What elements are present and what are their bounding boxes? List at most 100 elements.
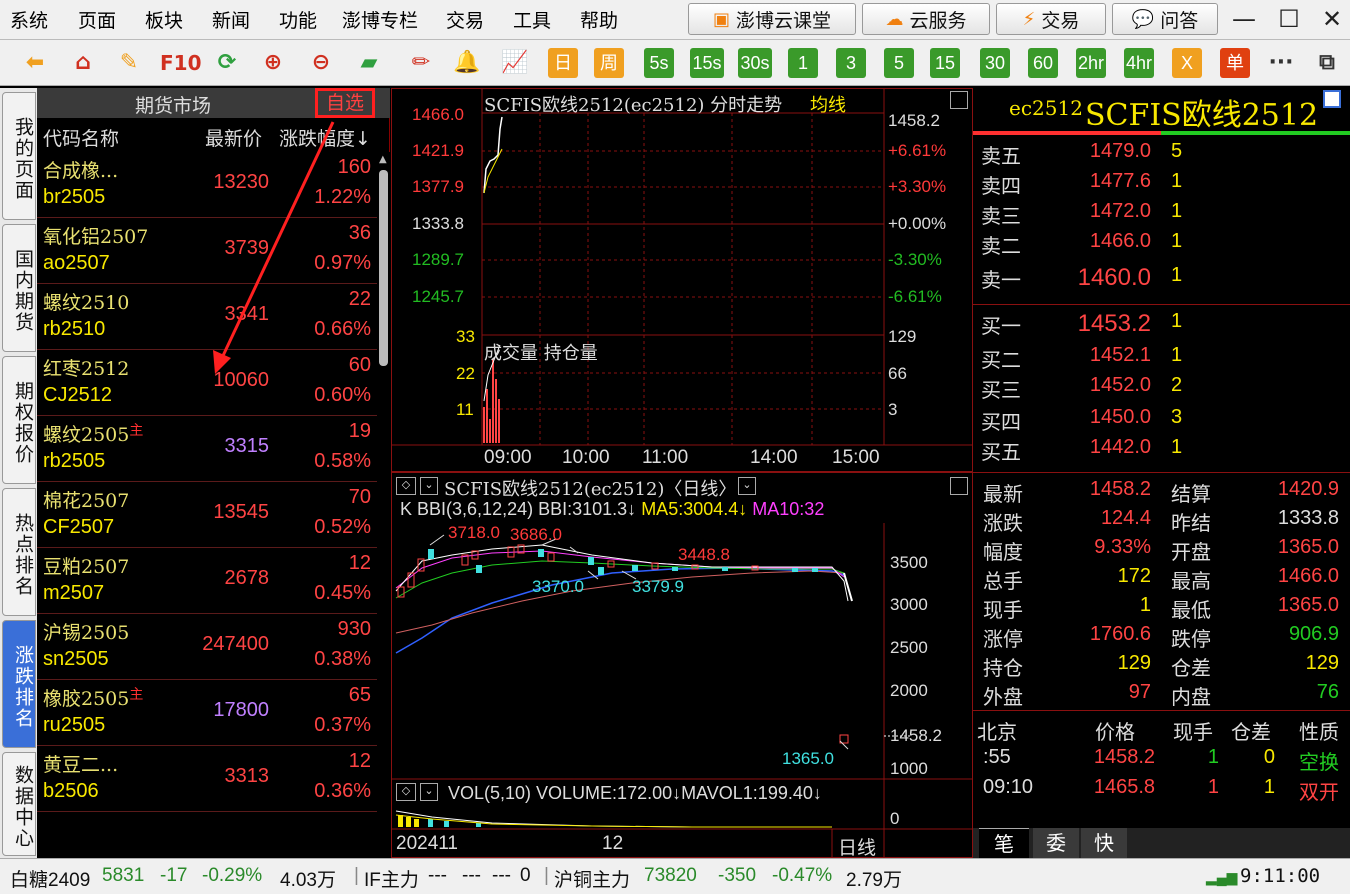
zoom-in-icon[interactable]: ⊕ [258,48,288,78]
intraday-chart[interactable]: SCFIS欧线2512(ec2512) 分时走势 均线 1466.0 1421.… [391,88,974,472]
stat-value: 1 [1139,594,1151,616]
futures-row[interactable]: 沪锡2505 sn2505 247400 930 0.38% [37,614,377,680]
futures-row[interactable]: 豆粕2507 m2507 2678 12 0.45% [37,548,377,614]
menu-tools[interactable]: 工具 [513,6,551,33]
menu-news[interactable]: 新闻 [212,6,250,33]
period-button-7[interactable]: 5 [884,48,914,78]
chat-icon: 💬 [1131,8,1155,30]
kline-period-label[interactable]: 日线 [838,833,876,860]
period-button-4[interactable]: 30s [738,48,772,78]
futures-row[interactable]: 棉花2507 CF2507 13545 70 0.52% [37,482,377,548]
ticker-3-pct: -0.47% [772,865,833,886]
futures-row[interactable]: 橡胶2505主 ru2505 17800 65 0.37% [37,680,377,746]
futures-row[interactable]: 螺纹2505主 rb2505 3315 19 0.58% [37,416,377,482]
refresh-icon[interactable]: ⟳ [212,48,242,78]
period-button-2[interactable]: 5s [644,48,674,78]
vol-right-1: 66 [888,364,907,383]
menu-page[interactable]: 页面 [78,6,116,33]
bid-row[interactable]: 买四 1450.0 3 [973,406,1350,436]
menu-system[interactable]: 系统 [10,6,48,33]
ask-price: 1479.0 [1089,140,1151,162]
draw-pen-icon[interactable]: ✏ [406,48,436,78]
tab-orders[interactable]: 委 [1033,828,1079,858]
ticker-1-name[interactable]: 白糖2409 [10,865,90,892]
cloud-icon: ☁ [885,8,904,30]
notes-icon[interactable]: ✎ [114,48,144,78]
signal-icon: ▂▄▆ [1206,869,1238,885]
menu-column[interactable]: 澎博专栏 [342,6,418,33]
period-button-1[interactable]: 周 [594,48,624,78]
trend-chart-icon[interactable]: 📈 [500,48,530,78]
cloud-service-button[interactable]: ☁ 云服务 [862,3,990,35]
period-button-14[interactable]: 单 [1220,48,1250,78]
period-button-10[interactable]: 60 [1028,48,1058,78]
bid-row[interactable]: 买三 1452.0 2 [973,374,1350,404]
period-button-6[interactable]: 3 [836,48,866,78]
main-contract-badge: 主 [129,423,144,439]
ask-label: 卖一 [981,268,1021,292]
classroom-icon: ▣ [712,8,730,30]
menu-function[interactable]: 功能 [279,6,317,33]
menu-trade[interactable]: 交易 [446,6,484,33]
vol-dropdown-icon[interactable]: ⌄ [420,783,438,801]
toolbar: ⬅ ⌂ ✎ F10 ⟳ ⊕ ⊖ ▰ ✏ 🔔 📈 日周 5s 15s 30s 1 3 5 15 3… [0,40,1350,86]
intraday-pct-4: -3.30% [888,250,942,269]
tab-ticks[interactable]: 笔 [979,828,1029,858]
period-button-9[interactable]: 30 [980,48,1010,78]
bid-label: 买一 [981,314,1021,338]
stat-label: 开盘 [1171,540,1211,564]
trade-button[interactable]: ⚡ 交易 [996,3,1106,35]
period-button-3[interactable]: 15s [690,48,724,78]
vol-nav-icon[interactable]: ◇ [396,783,416,801]
tab-my-page[interactable]: 我的页面 [2,92,36,220]
ticker-1-change: -17 [160,865,188,886]
stat-value: 1760.6 [1089,623,1151,645]
tab-fast[interactable]: 快 [1081,828,1127,858]
maximize-icon[interactable]: ☐ [1273,4,1305,34]
period-button-5[interactable]: 1 [788,48,818,78]
ask-row[interactable]: 卖五 1479.0 5 [973,140,1350,170]
period-button-13[interactable]: X [1172,48,1202,78]
ask-row[interactable]: 卖三 1472.0 1 [973,200,1350,230]
menu-sector[interactable]: 板块 [145,6,183,33]
back-arrow-icon[interactable]: ⬅ [20,48,50,78]
more-icon[interactable]: ··· [1266,48,1296,78]
annotation-3686: 3686.0 [510,525,562,544]
kline-chart[interactable]: ◇ ⌄ SCFIS欧线2512(ec2512)〈日线〉 ⌄ K BBI(3,6,… [391,472,974,860]
bid-row[interactable]: 买一 1453.2 1 [973,310,1350,340]
tab-options[interactable]: 期权报价 [2,356,36,484]
ticker-2-name[interactable]: IF主力 [364,865,419,892]
futures-row-change: 65 [348,684,371,706]
annotation-3370: 3370.0 [532,577,584,596]
futures-row-name: 黄豆二... [43,750,118,777]
minimize-icon[interactable]: — [1228,4,1260,34]
classroom-button[interactable]: ▣ 澎博云课堂 [688,3,856,35]
bid-label: 买二 [981,348,1021,372]
tab-change-rank[interactable]: 涨跌排名 [2,620,36,748]
tab-data-center[interactable]: 数据中心 [2,752,36,856]
intraday-expand-icon[interactable] [950,91,968,109]
bid-row[interactable]: 买五 1442.0 1 [973,436,1350,466]
ask-row[interactable]: 卖二 1466.0 1 [973,230,1350,260]
zoom-out-icon[interactable]: ⊖ [306,48,336,78]
futures-row[interactable]: 黄豆二... b2506 3313 12 0.36% [37,746,377,812]
settings-icon[interactable]: ⧉ [1312,48,1342,78]
period-button-8[interactable]: 15 [930,48,960,78]
tab-hot-rank[interactable]: 热点排名 [2,488,36,616]
tab-domestic-futures[interactable]: 国内期货 [2,224,36,352]
window-icon[interactable]: ▰ [354,48,384,78]
bid-row[interactable]: 买二 1452.1 1 [973,344,1350,374]
close-icon[interactable]: ✕ [1316,4,1348,34]
ask-row[interactable]: 卖四 1477.6 1 [973,170,1350,200]
f10-icon[interactable]: F10 [160,48,202,78]
alert-bell-icon[interactable]: 🔔 [452,48,482,78]
period-button-11[interactable]: 2hr [1076,48,1106,78]
quote-expand-icon[interactable] [1323,90,1341,108]
ask-row[interactable]: 卖一 1460.0 1 [973,264,1350,294]
period-button-12[interactable]: 4hr [1124,48,1154,78]
ticker-3-name[interactable]: 沪铜主力 [554,865,630,892]
menu-help[interactable]: 帮助 [580,6,618,33]
qa-button[interactable]: 💬 问答 [1112,3,1218,35]
period-button-0[interactable]: 日 [548,48,578,78]
home-icon[interactable]: ⌂ [68,48,98,78]
